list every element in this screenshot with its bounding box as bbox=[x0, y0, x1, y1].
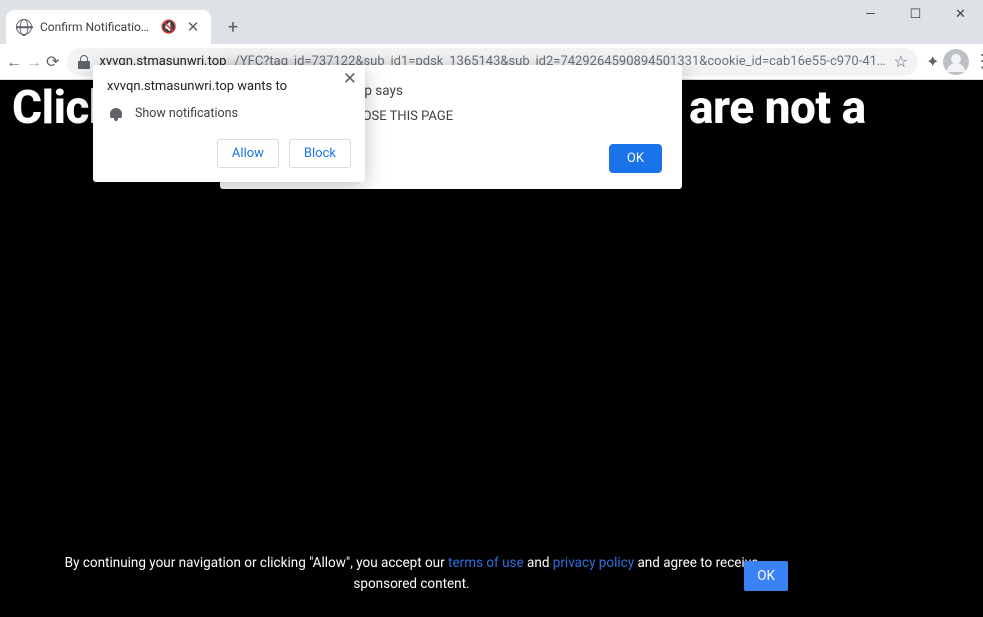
privacy-policy-link[interactable]: privacy policy bbox=[553, 555, 634, 571]
alert-ok-button[interactable]: OK bbox=[609, 144, 662, 173]
window-titlebar bbox=[0, 0, 983, 8]
notification-permission-dialog: ✕ xvvqn.stmasunwri.top wants to Show not… bbox=[93, 65, 365, 182]
window-controls: — ☐ ✕ bbox=[848, 0, 983, 28]
permission-close-button[interactable]: ✕ bbox=[343, 71, 357, 88]
nav-back-button[interactable]: ← bbox=[6, 47, 22, 77]
tab-close-button[interactable]: ✕ bbox=[185, 20, 201, 35]
bell-icon bbox=[109, 107, 123, 121]
chrome-menu-button[interactable]: ⋮ bbox=[973, 47, 983, 77]
consent-and: and bbox=[524, 555, 553, 571]
new-tab-button[interactable]: + bbox=[219, 13, 247, 41]
tab-title: Confirm Notifications bbox=[40, 20, 153, 34]
bookmark-star-icon[interactable]: ☆ bbox=[894, 52, 908, 71]
nav-reload-button[interactable]: ⟳ bbox=[46, 47, 59, 77]
avatar-icon bbox=[943, 49, 969, 75]
consent-ok-button[interactable]: OK bbox=[744, 561, 788, 591]
globe-icon bbox=[16, 19, 32, 35]
window-maximize-button[interactable]: ☐ bbox=[893, 0, 938, 28]
nav-forward-button[interactable]: → bbox=[26, 47, 42, 77]
browser-tab[interactable]: Confirm Notifications 🔇 ✕ bbox=[6, 10, 211, 44]
tab-strip: Confirm Notifications 🔇 ✕ + bbox=[0, 8, 983, 44]
window-close-button[interactable]: ✕ bbox=[938, 0, 983, 28]
permission-request-row: Show notifications bbox=[107, 106, 351, 121]
tab-mute-icon[interactable]: 🔇 bbox=[161, 20, 177, 35]
window-minimize-button[interactable]: — bbox=[848, 0, 893, 28]
permission-origin-line: xvvqn.stmasunwri.top wants to bbox=[107, 79, 351, 94]
consent-banner: By continuing your navigation or clickin… bbox=[0, 553, 983, 595]
lock-icon bbox=[77, 55, 91, 69]
permission-block-button[interactable]: Block bbox=[289, 139, 351, 168]
extensions-button[interactable]: ✦ bbox=[926, 47, 939, 77]
terms-of-use-link[interactable]: terms of use bbox=[448, 555, 524, 571]
permission-actions: Allow Block bbox=[107, 139, 351, 168]
consent-text-prefix: By continuing your navigation or clickin… bbox=[65, 555, 448, 571]
permission-allow-button[interactable]: Allow bbox=[217, 139, 279, 168]
profile-avatar-button[interactable] bbox=[943, 47, 969, 77]
permission-request-label: Show notifications bbox=[135, 106, 238, 121]
